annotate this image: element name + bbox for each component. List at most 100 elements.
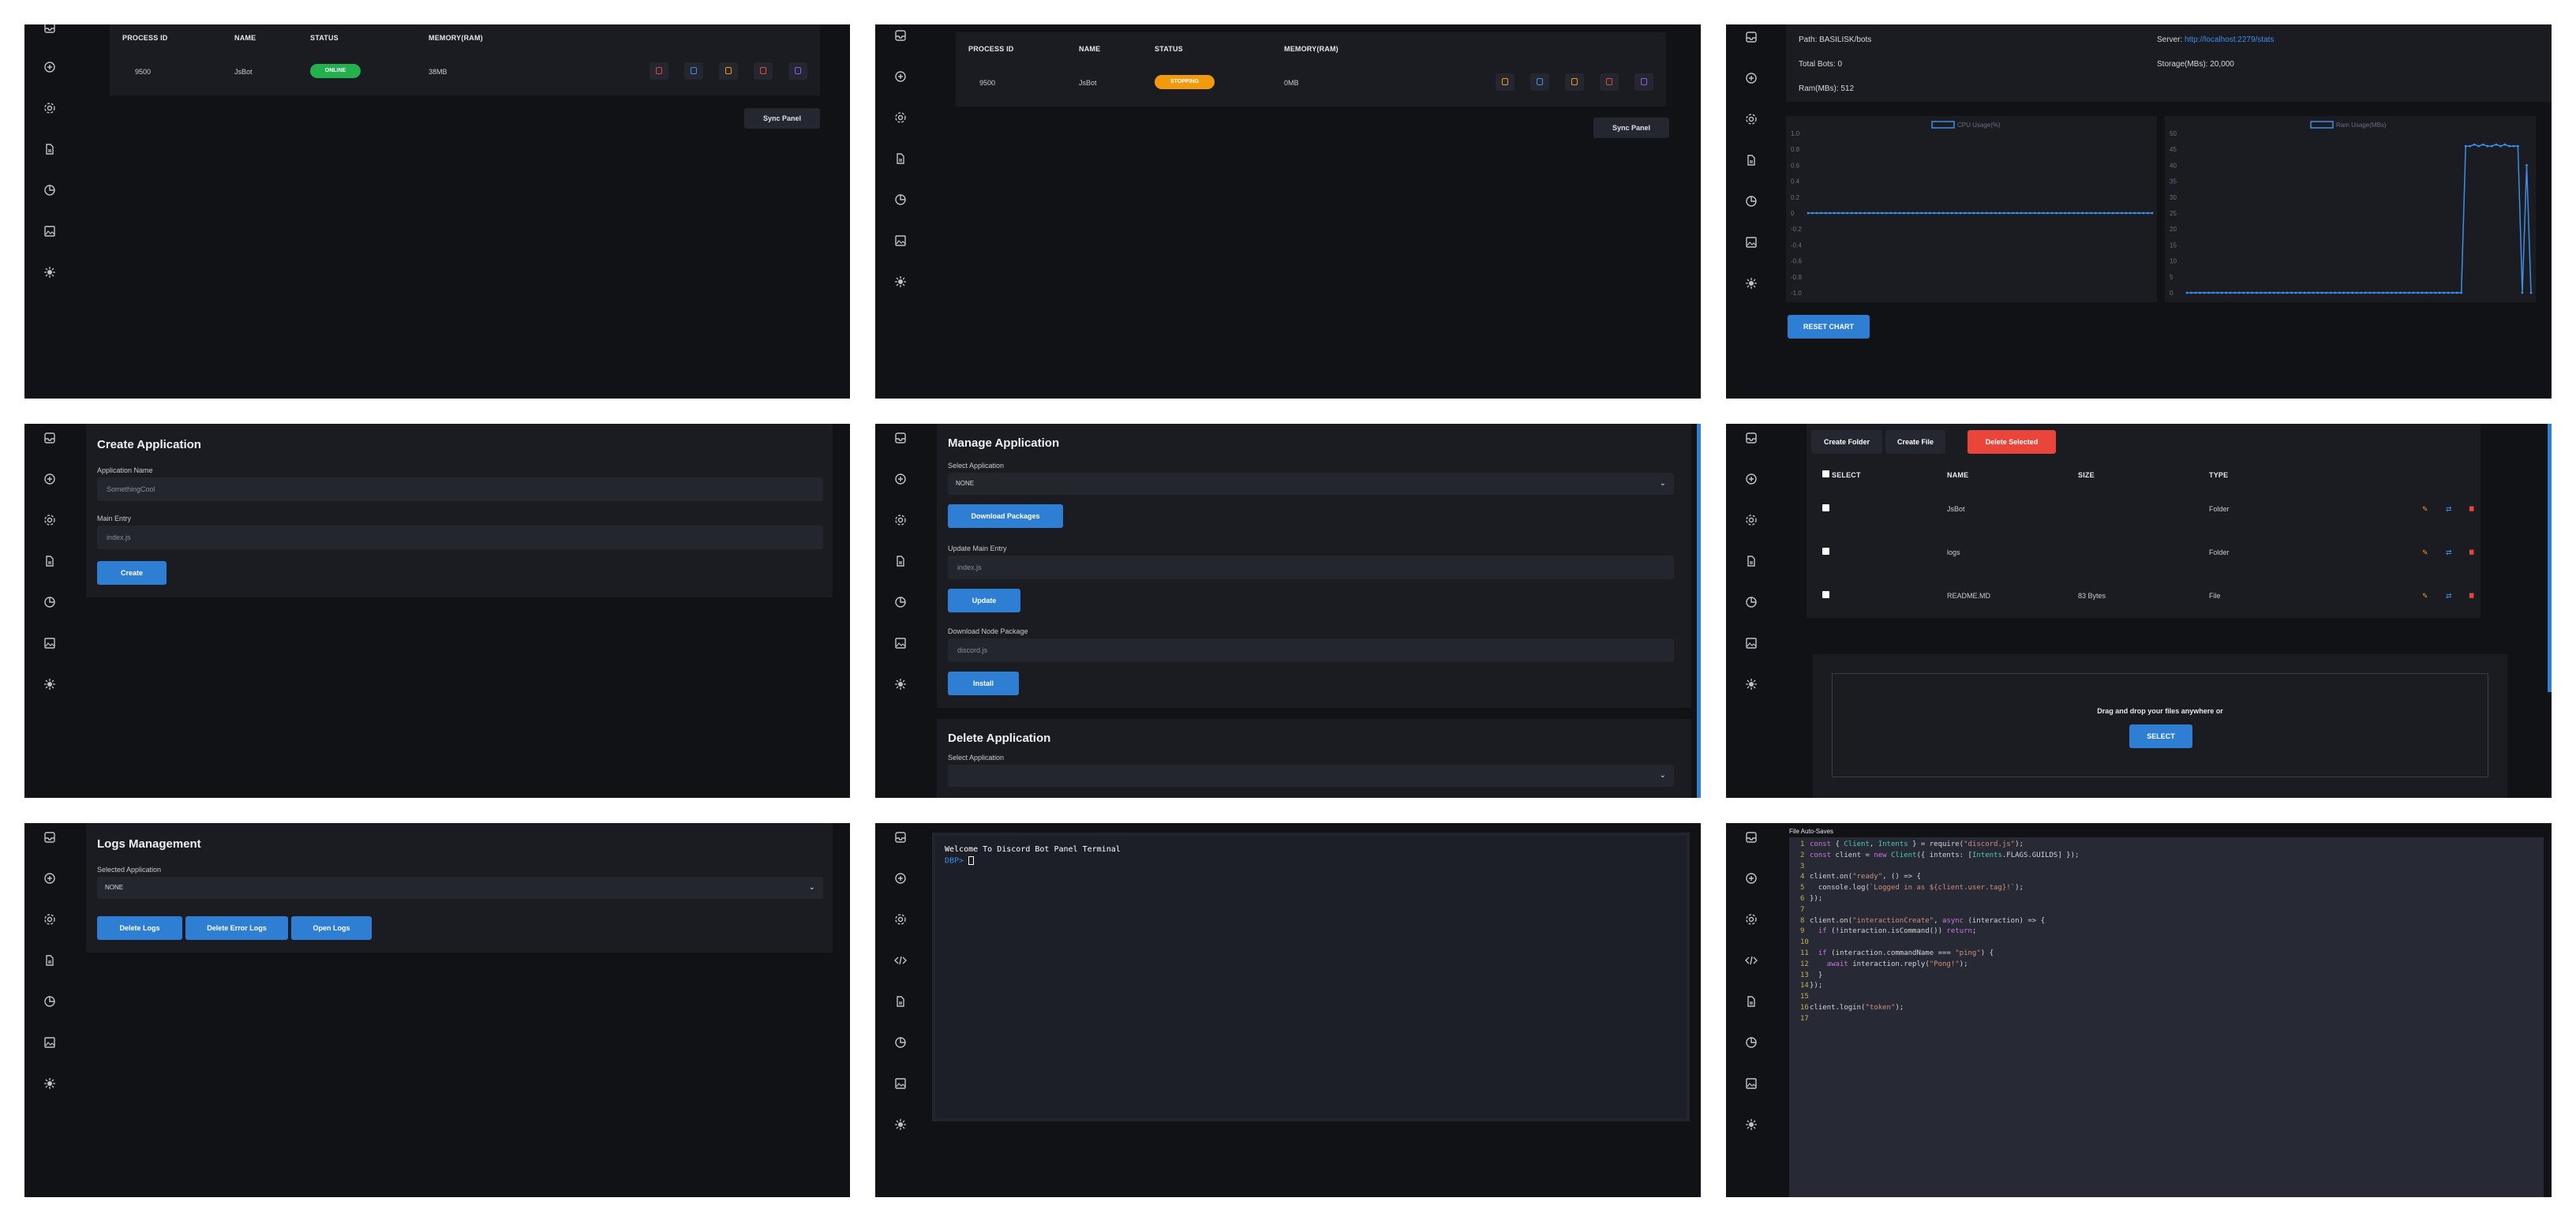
sidebar-inbox-icon[interactable] bbox=[1745, 31, 1758, 43]
sidebar-sun-icon[interactable] bbox=[43, 266, 56, 279]
data-point[interactable] bbox=[2286, 291, 2289, 294]
data-point[interactable] bbox=[1968, 211, 1971, 215]
reset-chart-button[interactable]: RESET CHART bbox=[1788, 315, 1870, 339]
data-point[interactable] bbox=[2255, 291, 2258, 294]
sidebar-plus-circle-icon[interactable] bbox=[43, 473, 56, 485]
sidebar-pie-chart-icon[interactable] bbox=[43, 184, 56, 197]
data-point[interactable] bbox=[2125, 211, 2128, 215]
create-button[interactable]: Create bbox=[97, 561, 167, 585]
data-point[interactable] bbox=[1907, 211, 1910, 215]
scrollbar[interactable] bbox=[1697, 424, 1701, 798]
data-point[interactable] bbox=[2251, 291, 2254, 294]
data-point[interactable] bbox=[2346, 291, 2349, 294]
data-point[interactable] bbox=[1824, 211, 1827, 215]
data-point[interactable] bbox=[2068, 211, 2071, 215]
data-point[interactable] bbox=[2290, 291, 2293, 294]
data-point[interactable] bbox=[1850, 211, 1853, 215]
data-point[interactable] bbox=[2042, 211, 2045, 215]
delete-select-dropdown[interactable]: ⌄ bbox=[948, 765, 1674, 787]
kill-button[interactable] bbox=[754, 62, 773, 80]
kill-button[interactable] bbox=[1600, 73, 1619, 91]
data-point[interactable] bbox=[2085, 211, 2088, 215]
data-point[interactable] bbox=[2342, 291, 2346, 294]
edit-icon[interactable]: ✎ bbox=[2422, 548, 2428, 557]
sidebar-pie-chart-icon[interactable] bbox=[43, 596, 56, 608]
data-point[interactable] bbox=[2394, 291, 2398, 294]
data-point[interactable] bbox=[2055, 211, 2057, 215]
data-point[interactable] bbox=[2225, 291, 2228, 294]
data-point[interactable] bbox=[1876, 211, 1879, 215]
sidebar-image-icon[interactable] bbox=[43, 225, 56, 238]
data-point[interactable] bbox=[2272, 291, 2275, 294]
data-point[interactable] bbox=[2438, 291, 2441, 294]
data-point[interactable] bbox=[2203, 291, 2206, 294]
data-point[interactable] bbox=[2260, 291, 2263, 294]
sidebar-plus-circle-icon[interactable] bbox=[43, 61, 56, 73]
data-point[interactable] bbox=[1976, 211, 1979, 215]
data-point[interactable] bbox=[2002, 211, 2005, 215]
create-file-button[interactable]: Create File bbox=[1885, 430, 1945, 454]
rename-icon[interactable]: ⇄ bbox=[2446, 505, 2452, 514]
row-checkbox[interactable] bbox=[1822, 504, 1829, 511]
sidebar-code-icon[interactable] bbox=[1745, 954, 1758, 967]
data-point[interactable] bbox=[1872, 211, 1875, 215]
data-point[interactable] bbox=[1820, 211, 1822, 215]
data-point[interactable] bbox=[2403, 291, 2406, 294]
data-point[interactable] bbox=[2464, 144, 2467, 148]
data-point[interactable] bbox=[1898, 211, 1901, 215]
data-point[interactable] bbox=[1959, 211, 1962, 215]
data-point[interactable] bbox=[1837, 211, 1840, 215]
sidebar-image-icon[interactable] bbox=[1745, 637, 1758, 649]
data-point[interactable] bbox=[2390, 291, 2393, 294]
sidebar-pie-chart-icon[interactable] bbox=[894, 596, 907, 608]
data-point[interactable] bbox=[2007, 211, 2010, 215]
data-point[interactable] bbox=[2334, 291, 2337, 294]
data-point[interactable] bbox=[2429, 291, 2432, 294]
data-point[interactable] bbox=[1863, 211, 1866, 215]
sidebar-pie-chart-icon[interactable] bbox=[894, 193, 907, 206]
data-point[interactable] bbox=[2207, 291, 2210, 294]
data-point[interactable] bbox=[1915, 211, 1919, 215]
data-point[interactable] bbox=[1811, 211, 1814, 215]
data-point[interactable] bbox=[2199, 291, 2201, 294]
data-point[interactable] bbox=[2038, 211, 2040, 215]
data-point[interactable] bbox=[2386, 291, 2389, 294]
install-button[interactable]: Install bbox=[948, 672, 1019, 695]
data-point[interactable] bbox=[2220, 291, 2223, 294]
data-point[interactable] bbox=[2473, 143, 2476, 146]
sidebar-image-icon[interactable] bbox=[1745, 236, 1758, 249]
data-point[interactable] bbox=[2316, 291, 2319, 294]
data-point[interactable] bbox=[1867, 211, 1870, 215]
sidebar-gear-icon[interactable] bbox=[43, 913, 56, 926]
sidebar-sun-icon[interactable] bbox=[894, 275, 907, 288]
data-point[interactable] bbox=[2090, 211, 2093, 215]
sidebar-sun-icon[interactable] bbox=[43, 1077, 56, 1090]
data-point[interactable] bbox=[1920, 211, 1923, 215]
data-point[interactable] bbox=[2102, 211, 2106, 215]
sidebar-gear-icon[interactable] bbox=[1745, 514, 1758, 526]
selected-app-dropdown[interactable]: NONE ⌄ bbox=[97, 877, 823, 899]
data-point[interactable] bbox=[2377, 291, 2380, 294]
data-point[interactable] bbox=[1985, 211, 1988, 215]
data-point[interactable] bbox=[1955, 211, 1958, 215]
terminal-cursor[interactable] bbox=[968, 856, 975, 865]
sidebar-plus-circle-icon[interactable] bbox=[894, 872, 907, 885]
data-point[interactable] bbox=[2072, 211, 2076, 215]
sidebar-file-icon[interactable] bbox=[1745, 555, 1758, 567]
data-point[interactable] bbox=[2216, 291, 2219, 294]
sidebar-pie-chart-icon[interactable] bbox=[1745, 195, 1758, 208]
data-point[interactable] bbox=[1889, 211, 1893, 215]
data-point[interactable] bbox=[2308, 291, 2310, 294]
start-button[interactable] bbox=[1496, 73, 1515, 91]
data-point[interactable] bbox=[2320, 291, 2323, 294]
sidebar-inbox-icon[interactable] bbox=[1745, 831, 1758, 844]
data-point[interactable] bbox=[2499, 144, 2502, 148]
data-point[interactable] bbox=[2469, 144, 2472, 148]
data-point[interactable] bbox=[1946, 211, 1949, 215]
data-point[interactable] bbox=[1929, 211, 1931, 215]
data-point[interactable] bbox=[2399, 291, 2402, 294]
sidebar-image-icon[interactable] bbox=[894, 637, 907, 649]
sidebar-pie-chart-icon[interactable] bbox=[43, 995, 56, 1008]
data-point[interactable] bbox=[2081, 211, 2084, 215]
sidebar-file-icon[interactable] bbox=[1745, 154, 1758, 167]
